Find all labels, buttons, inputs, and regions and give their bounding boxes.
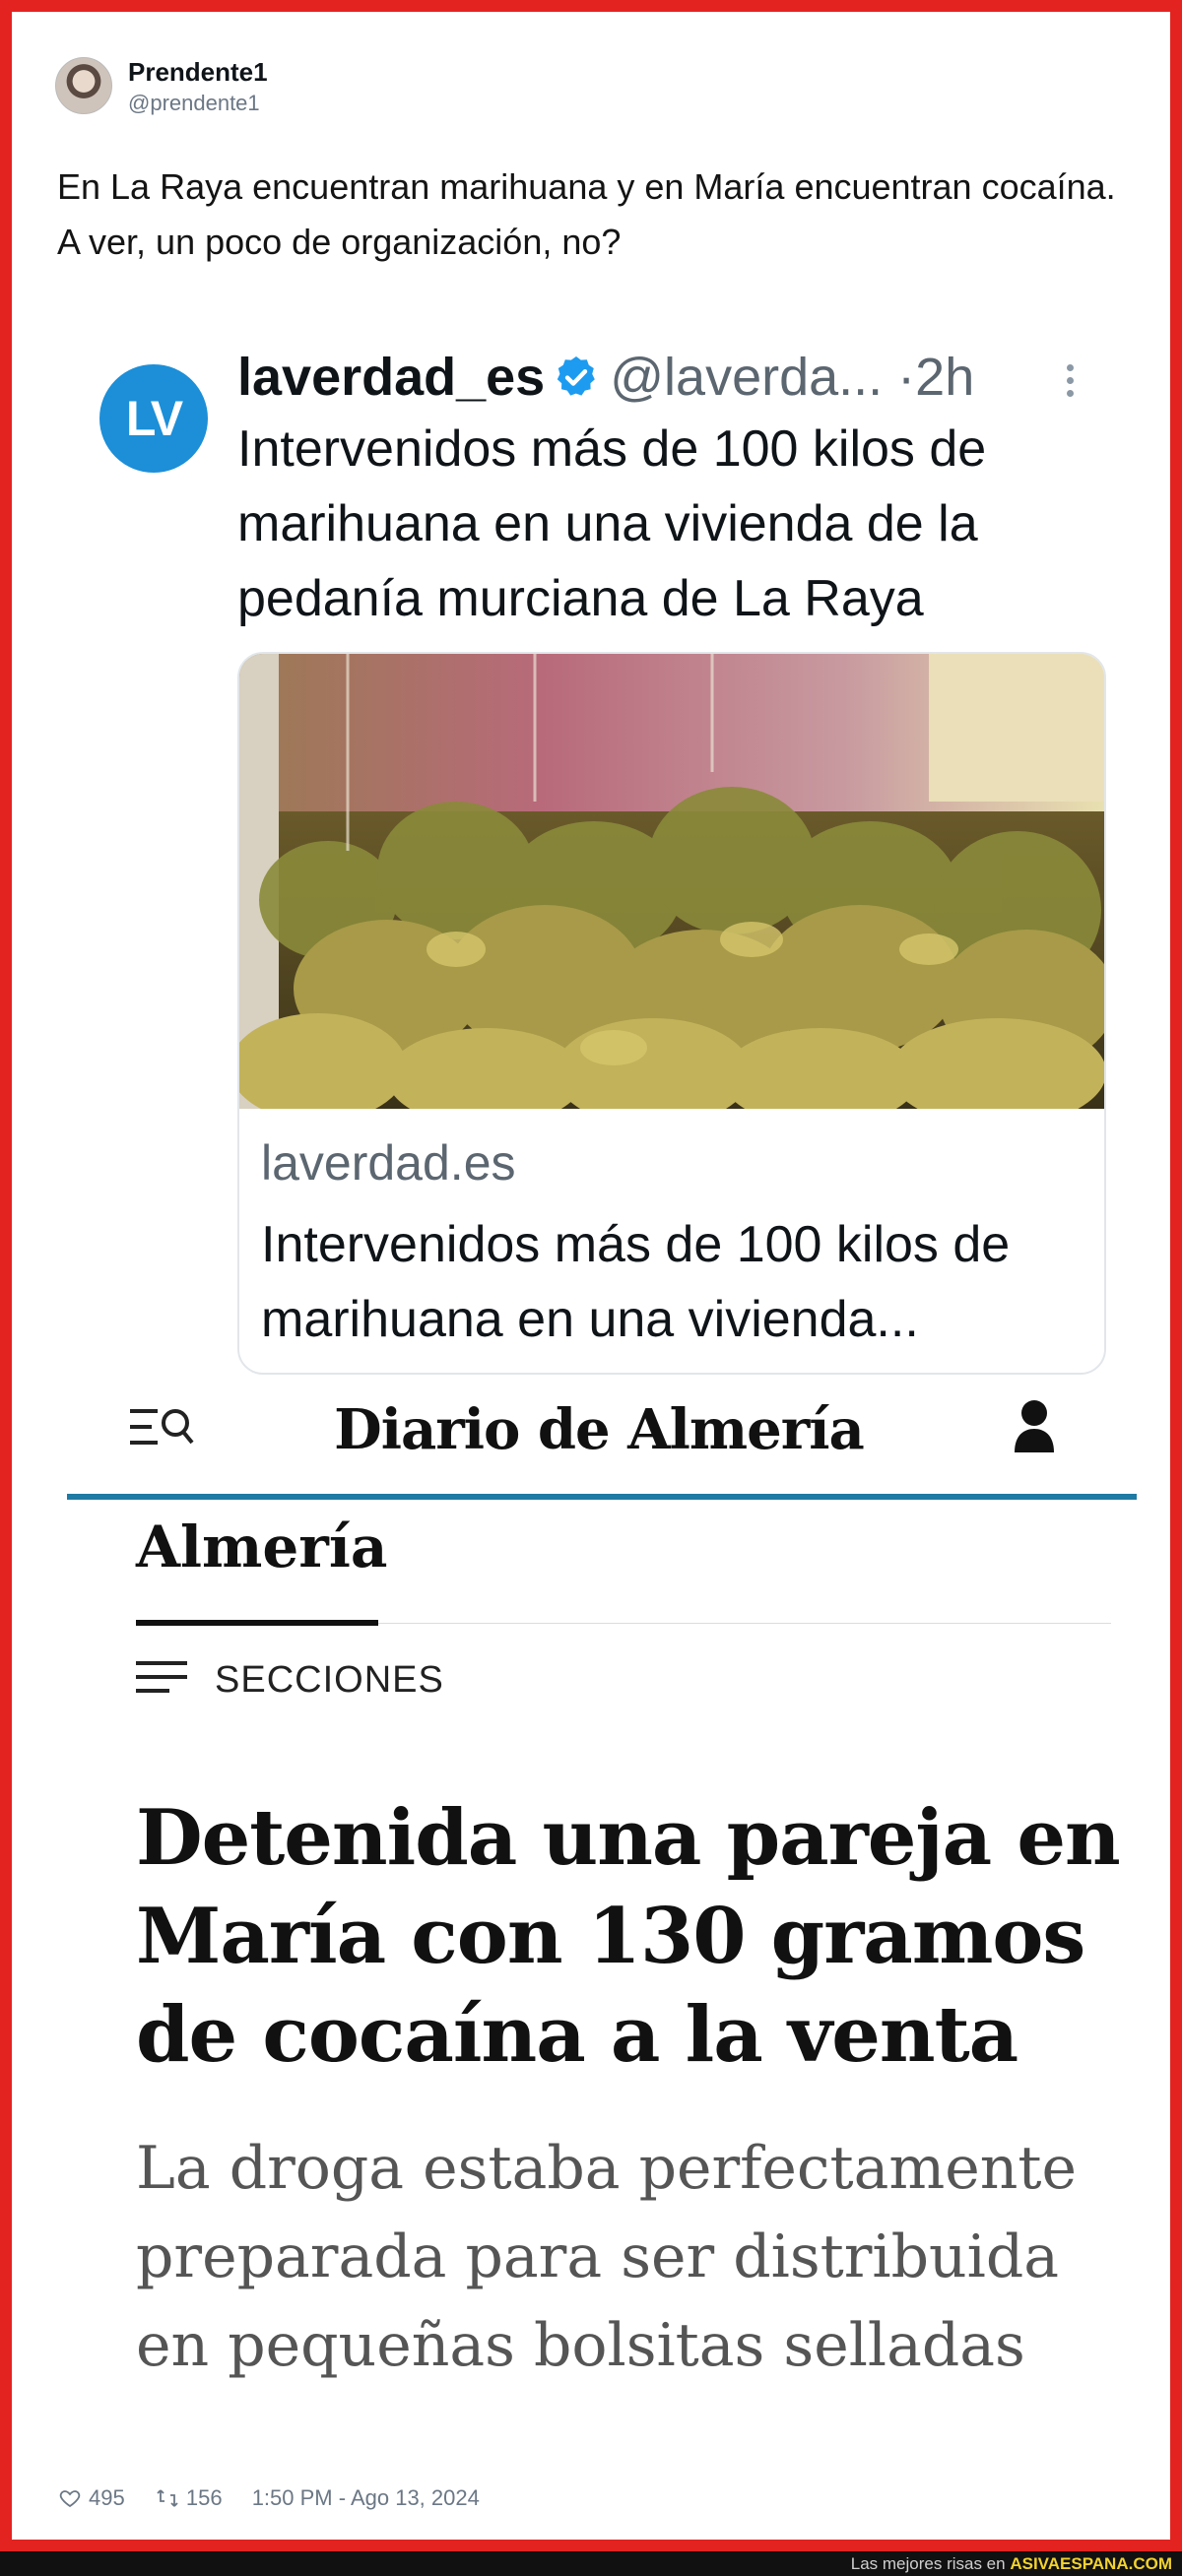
quoted-tweet[interactable]: LV laverdad_es @laverda... ·2h Intervenid…	[58, 325, 1106, 1379]
article-subheadline: La droga estaba perfectamente preparada …	[136, 2134, 1078, 2380]
author-name[interactable]: Prendente1	[128, 57, 268, 88]
heart-icon[interactable]	[57, 2486, 83, 2510]
sections-menu-label[interactable]: SECCIONES	[215, 1659, 444, 1702]
retweet-count: 156	[185, 2485, 223, 2510]
sections-menu-icon[interactable]	[136, 1661, 187, 1701]
watermark-prefix: Las mejores risas en	[850, 2554, 1006, 2573]
quoted-time[interactable]: 2h	[915, 348, 974, 407]
link-title[interactable]: Intervenidos más de 100 kilos de marihua…	[261, 1207, 1088, 1357]
quoted-handle[interactable]: @laverda...	[610, 348, 883, 407]
link-domain[interactable]: laverdad.es	[261, 1134, 516, 1191]
tweet-footer: 495 156 1:50 PM - Ago 13, 2024	[57, 2485, 480, 2521]
user-account-icon[interactable]	[1013, 1397, 1056, 1454]
article-headline: Detenida una pareja en María con 130 gra…	[136, 1793, 1121, 2080]
marijuana-plants-photo	[239, 654, 1104, 1109]
verified-badge-icon	[558, 356, 596, 396]
masthead-logo[interactable]: Diario de Almería	[57, 1397, 1141, 1462]
watermark-bar: Las mejores risas en ASIVAESPANA.COM	[0, 2551, 1182, 2576]
quoted-tweet-header: laverdad_es @laverda... ·2h	[237, 347, 974, 416]
tweet-timestamp[interactable]: 1:50 PM - Ago 13, 2024	[252, 2485, 480, 2510]
section-title[interactable]: Almería	[136, 1513, 387, 1580]
tweet-text: En La Raya encuentran marihuana y en Mar…	[57, 166, 1116, 262]
diario-article-screenshot: Diario de Almería Almería SECCIONES Dete…	[57, 1376, 1141, 2380]
author-avatar[interactable]	[55, 57, 112, 114]
section-divider	[378, 1623, 1111, 1624]
retweet-icon[interactable]	[155, 2486, 180, 2510]
laverdad-logo-avatar[interactable]: LV	[99, 364, 208, 473]
quoted-username[interactable]: laverdad_es	[237, 348, 545, 407]
more-options-icon[interactable]	[1067, 364, 1075, 404]
quoted-tweet-text: Intervenidos más de 100 kilos de marihua…	[237, 420, 987, 627]
screenshot-card: Prendente1 @prendente1 En La Raya encuen…	[12, 12, 1170, 2540]
author-handle[interactable]: @prendente1	[128, 91, 260, 116]
section-underline	[136, 1620, 378, 1626]
like-count: 495	[89, 2485, 125, 2510]
header-divider	[67, 1494, 1137, 1500]
separator-dot: ·	[897, 348, 916, 407]
link-preview-card[interactable]: laverdad.es Intervenidos más de 100 kilo…	[237, 652, 1106, 1375]
watermark-brand[interactable]: ASIVAESPANA.COM	[1010, 2554, 1172, 2573]
